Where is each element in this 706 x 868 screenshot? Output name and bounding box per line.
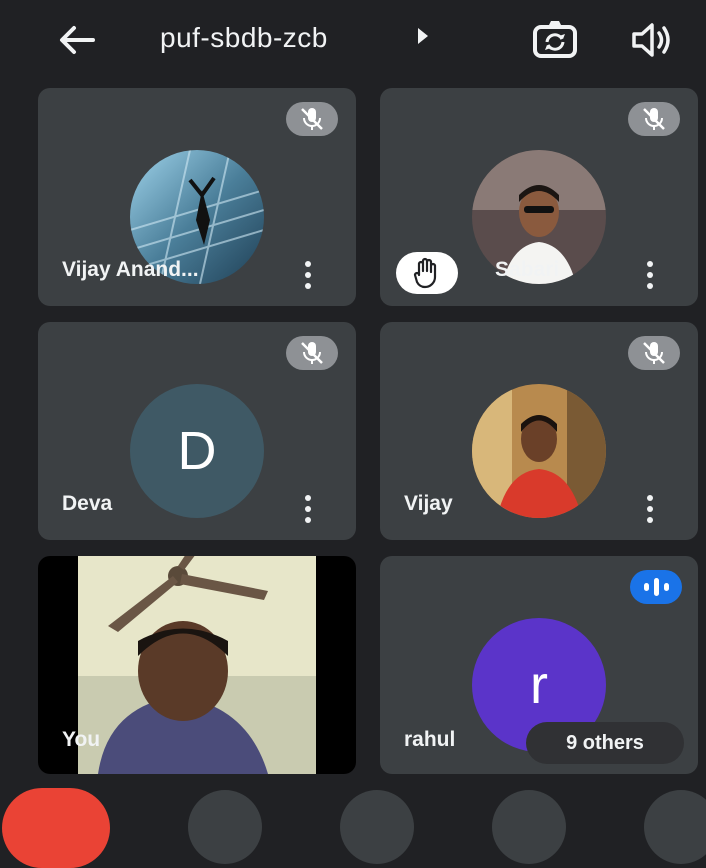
- more-options-icon[interactable]: [638, 258, 662, 292]
- end-call-button[interactable]: [2, 788, 110, 868]
- self-camera-video: [78, 556, 316, 774]
- mic-off-icon: [628, 336, 680, 370]
- speaker-icon: [632, 23, 670, 57]
- more-controls-button[interactable]: [644, 790, 706, 864]
- participant-tile[interactable]: D Deva: [38, 322, 356, 540]
- more-options-icon[interactable]: [296, 258, 320, 292]
- camera-switch-icon: [533, 21, 577, 58]
- meeting-top-bar: puf-sbdb-zcb: [0, 0, 706, 78]
- mic-off-icon: [628, 102, 680, 136]
- meeting-code[interactable]: puf-sbdb-zcb: [160, 22, 328, 54]
- speaking-indicator-icon: [630, 570, 682, 604]
- arrow-left-icon: [60, 26, 95, 54]
- others-count-chip[interactable]: 9 others: [526, 722, 684, 764]
- more-options-icon[interactable]: [296, 492, 320, 526]
- switch-camera-button[interactable]: [532, 18, 578, 60]
- participant-name: Sabari: [495, 258, 560, 281]
- self-view-tile[interactable]: You: [38, 556, 356, 774]
- raised-hand-icon: [396, 252, 458, 294]
- back-button[interactable]: [52, 20, 102, 60]
- microphone-toggle-button[interactable]: [188, 790, 262, 864]
- meeting-details-caret-icon[interactable]: [418, 28, 428, 44]
- avatar: [472, 384, 606, 518]
- mic-off-icon: [286, 336, 338, 370]
- self-view-label: You: [62, 728, 101, 751]
- more-options-icon[interactable]: [638, 492, 662, 526]
- participant-tile[interactable]: Vijay Anand...: [38, 88, 356, 306]
- mic-off-icon: [286, 102, 338, 136]
- participant-name: Vijay: [404, 492, 453, 515]
- speaker-button[interactable]: [630, 20, 674, 60]
- avatar-initial: D: [130, 384, 264, 518]
- participant-tile[interactable]: Sabari: [380, 88, 698, 306]
- participant-tile[interactable]: r rahul 9 others: [380, 556, 698, 774]
- participant-name: Deva: [62, 492, 113, 515]
- participant-tile[interactable]: Vijay: [380, 322, 698, 540]
- participant-name: Vijay Anand...: [62, 258, 199, 281]
- camera-toggle-button[interactable]: [340, 790, 414, 864]
- hand-raise-button[interactable]: [492, 790, 566, 864]
- participant-name: rahul: [404, 728, 456, 751]
